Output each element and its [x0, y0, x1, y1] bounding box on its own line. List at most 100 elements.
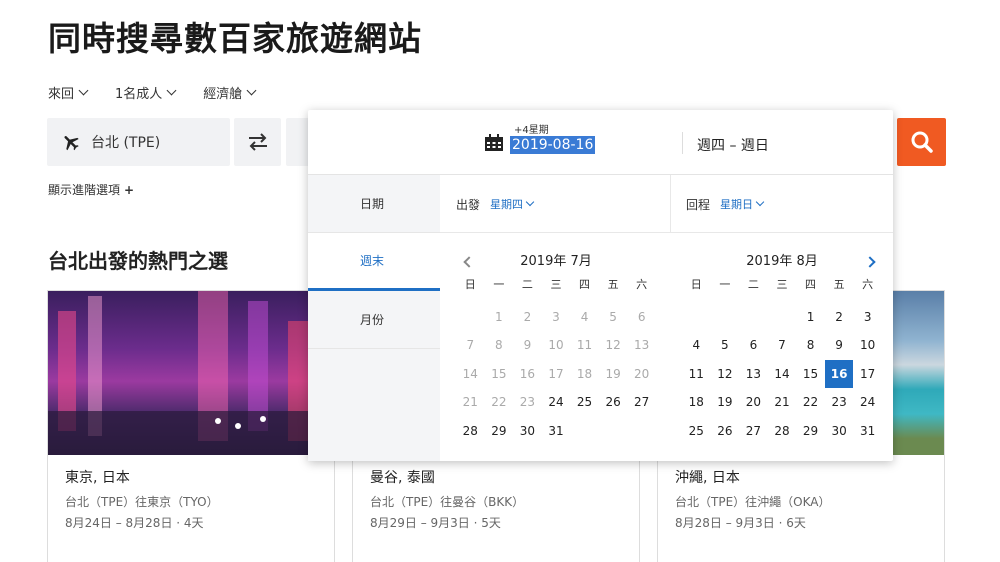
trip-type-label: 來回 — [48, 87, 75, 102]
return-weekday-value: 星期日 — [720, 198, 754, 211]
weekday-header: 日一二三四五六 — [682, 274, 882, 303]
calendar-day[interactable]: 26 — [599, 388, 628, 417]
calendar-day[interactable]: 21 — [768, 388, 797, 417]
month-title: 2019年 7月 — [520, 254, 592, 269]
calendar-day[interactable]: 30 — [513, 417, 542, 446]
calendar-day[interactable]: 19 — [711, 388, 740, 417]
weekday-selectors: 出發 星期四 回程 星期日 — [440, 175, 893, 233]
calendar-day: 6 — [637, 309, 646, 324]
weekday-label: 三 — [550, 278, 562, 291]
calendar-day[interactable]: 27 — [627, 388, 656, 417]
calendar-day-selected[interactable]: 16 — [824, 359, 854, 388]
calendar-day[interactable]: 28 — [456, 417, 485, 446]
calendar-day[interactable]: 7 — [768, 331, 797, 360]
card-image — [48, 291, 334, 455]
calendar-day[interactable]: 22 — [796, 388, 825, 417]
picker-mode-tabs: 日期 週末 月份 — [308, 175, 440, 461]
destination-card-tokyo[interactable]: 東京, 日本 台北（TPE）往東京（TYO） 8月24日 – 8月28日 · 4… — [47, 290, 335, 562]
advanced-options-link[interactable]: 顯示進階選項 + — [48, 181, 134, 198]
calendar-day[interactable]: 25 — [682, 417, 711, 446]
calendar-day: 21 — [462, 395, 478, 409]
calendar-day[interactable]: 28 — [768, 417, 797, 446]
calendar-day[interactable]: 12 — [711, 360, 740, 389]
calendar-day[interactable]: 3 — [853, 303, 882, 332]
calendar-day: 22 — [491, 395, 507, 409]
day-grid: 1 2 3 4 5 6 7 8 9 10 11 12 13 14 15 16 17 18 19 20 21 22 23 24 2… — [682, 303, 882, 446]
calendar-day[interactable]: 18 — [682, 388, 711, 417]
calendar-day[interactable]: 1 — [796, 303, 825, 332]
empty-cell — [739, 303, 768, 332]
calendar-day[interactable]: 2 — [825, 303, 854, 332]
calendar-day[interactable]: 17 — [853, 360, 882, 389]
card-route: 台北（TPE）往沖繩（OKA） — [675, 495, 831, 509]
card-dates: 8月28日 – 9月3日 · 6天 — [675, 516, 806, 530]
calendar-day: 7 — [466, 338, 475, 352]
calendar-day: 1 — [495, 309, 503, 324]
calendar-day[interactable]: 26 — [711, 417, 740, 446]
return-weekday-dropdown[interactable]: 星期日 — [720, 196, 765, 212]
flex-range-label: +4星期 — [514, 125, 549, 136]
calendar-day[interactable]: 31 — [853, 417, 882, 446]
calendar-day[interactable]: 27 — [739, 417, 768, 446]
return-label: 回程 — [686, 197, 711, 212]
search-icon — [911, 131, 933, 153]
weekday-label: 五 — [607, 278, 619, 291]
card-dates: 8月29日 – 9月3日 · 5天 — [370, 516, 501, 530]
calendar-day[interactable]: 30 — [825, 417, 854, 446]
calendar-day[interactable]: 24 — [853, 388, 882, 417]
calendar-day[interactable]: 20 — [739, 388, 768, 417]
weekday-label: 二 — [747, 278, 759, 291]
card-city: 沖繩, 日本 — [675, 470, 740, 486]
calendar-day: 13 — [634, 338, 650, 352]
weekday-label: 五 — [833, 278, 845, 291]
calendar-day[interactable]: 5 — [711, 331, 740, 360]
tab-dates[interactable]: 日期 — [308, 175, 440, 233]
calendar-day: 8 — [495, 338, 503, 352]
divider — [670, 175, 671, 233]
tab-month[interactable]: 月份 — [308, 291, 440, 349]
calendar-day[interactable]: 9 — [825, 331, 854, 360]
page-headline: 同時搜尋數百家旅遊網站 — [48, 19, 422, 58]
calendar-day[interactable]: 4 — [682, 331, 711, 360]
calendar-day[interactable]: 29 — [485, 417, 514, 446]
calendar-day[interactable]: 31 — [542, 417, 571, 446]
calendar-day: 17 — [548, 366, 564, 381]
weekday-label: 二 — [521, 278, 533, 291]
calendar-day[interactable]: 14 — [768, 360, 797, 389]
calendar-day[interactable]: 11 — [682, 360, 711, 389]
calendar-day: 23 — [519, 395, 536, 409]
calendar-day[interactable]: 10 — [853, 331, 882, 360]
swap-button[interactable] — [234, 118, 281, 166]
depart-selector: 出發 星期四 — [456, 175, 535, 233]
calendar-day[interactable]: 6 — [739, 331, 768, 360]
trip-type-dropdown[interactable]: 來回 — [48, 83, 89, 102]
section-title: 台北出發的熱門之選 — [48, 249, 228, 273]
calendar-day[interactable]: 29 — [796, 417, 825, 446]
depart-weekday-value: 星期四 — [490, 198, 524, 211]
calendar-icon — [485, 134, 503, 151]
calendar-day[interactable]: 15 — [796, 360, 825, 389]
calendar-day[interactable]: 13 — [739, 360, 768, 389]
calendar-day[interactable]: 8 — [796, 331, 825, 360]
calendar-day: 12 — [605, 338, 621, 352]
chevron-down-icon — [78, 85, 89, 96]
travelers-dropdown[interactable]: 1名成人 — [115, 83, 177, 102]
calendar-day[interactable]: 24 — [542, 388, 571, 417]
origin-field[interactable]: 台北 (TPE) — [47, 118, 230, 166]
depart-weekday-dropdown[interactable]: 星期四 — [490, 196, 535, 212]
cabin-dropdown[interactable]: 經濟艙 — [203, 83, 257, 102]
weekday-range[interactable]: 週四 – 週日 — [697, 135, 769, 155]
return-selector: 回程 星期日 — [686, 175, 765, 233]
swap-icon — [248, 133, 267, 151]
advanced-options-label: 顯示進階選項 — [48, 183, 121, 197]
date-input[interactable]: 2019-08-16 — [510, 136, 596, 154]
card-dates: 8月24日 – 8月28日 · 4天 — [65, 516, 204, 530]
tab-weekend[interactable]: 週末 — [308, 233, 440, 291]
weekday-label: 六 — [636, 278, 648, 291]
calendar-day: 15 — [491, 366, 507, 381]
chevron-down-icon — [246, 85, 257, 96]
calendar-day[interactable]: 25 — [570, 388, 599, 417]
search-button[interactable] — [897, 118, 946, 166]
calendar-day: 4 — [580, 309, 589, 324]
calendar-day[interactable]: 23 — [825, 388, 854, 417]
